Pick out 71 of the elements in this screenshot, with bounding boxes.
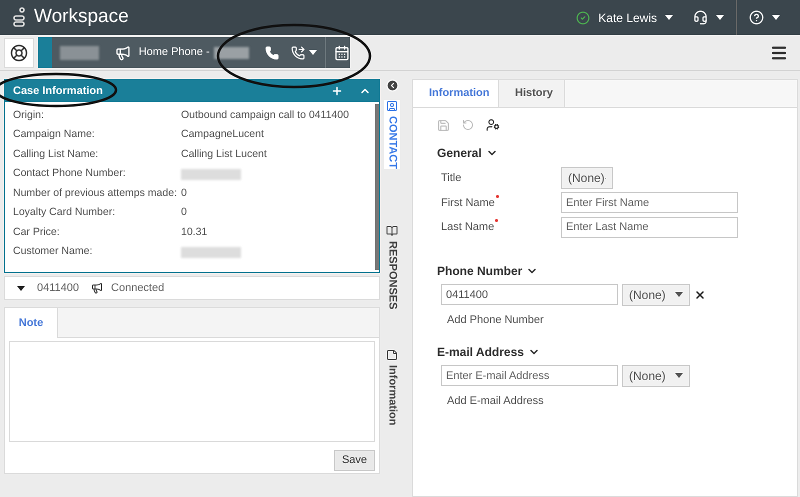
- field-value: Calling List Lucent: [181, 146, 267, 162]
- field-label: Car Price:: [13, 224, 61, 240]
- field-label: Calling List Name:: [13, 146, 100, 162]
- redacted-block: [214, 46, 249, 58]
- phone-transfer-icon[interactable]: [291, 44, 306, 60]
- field-value: 0: [181, 186, 187, 201]
- headset-icon: [693, 10, 708, 25]
- field-value: 0: [181, 205, 187, 220]
- field-label: Campaign Name:: [13, 127, 96, 142]
- field-label: Customer Name:: [13, 244, 94, 260]
- field-value: CampagneLucent: [181, 127, 264, 142]
- add-link[interactable]: Add Phone Number: [447, 312, 544, 328]
- lifebuoy-icon: [10, 44, 28, 62]
- side-tab[interactable]: Information: [384, 349, 400, 426]
- field-label: Title: [441, 171, 462, 186]
- detail-tab[interactable]: History: [499, 80, 565, 107]
- call-number: 0411400: [37, 280, 80, 296]
- text-field[interactable]: 0411400: [441, 284, 618, 305]
- help-icon: [749, 10, 764, 25]
- field-label: Last Name: [441, 219, 561, 236]
- add-icon[interactable]: [331, 85, 343, 97]
- section-title: General: [437, 145, 482, 162]
- logo-icon: [12, 6, 26, 28]
- user-menu[interactable]: Kate Lewis: [598, 8, 673, 26]
- tab-icon: [386, 100, 398, 112]
- add-link[interactable]: Add E-mail Address: [447, 392, 544, 409]
- megaphone-icon: [91, 282, 104, 294]
- field-value: Outbound campaign call to 0411400: [181, 108, 349, 123]
- interaction-bar[interactable]: Home Phone -: [38, 37, 350, 68]
- field-label: Contact Phone Number:: [13, 166, 127, 182]
- note-field[interactable]: [9, 341, 375, 442]
- tab-icon: [386, 349, 398, 362]
- user-settings-icon[interactable]: [486, 118, 500, 132]
- available-status-icon: [576, 10, 590, 24]
- tab-icon: [386, 224, 398, 237]
- required-mark-icon: [495, 219, 498, 222]
- text-field[interactable]: Enter Last Name: [561, 216, 738, 238]
- detail-tab[interactable]: Information: [413, 80, 499, 107]
- section-title: Phone Number: [437, 262, 522, 280]
- remove-icon[interactable]: [694, 288, 706, 300]
- phone-icon[interactable]: [264, 44, 280, 60]
- type-select[interactable]: (None): [622, 284, 690, 306]
- redacted-block: [60, 46, 99, 60]
- field-label: Origin:: [13, 108, 45, 123]
- note-tab[interactable]: Note: [5, 308, 58, 338]
- save-button[interactable]: Save: [334, 450, 375, 471]
- text-field[interactable]: Enter First Name: [561, 192, 738, 214]
- text-field[interactable]: Enter E-mail Address: [441, 365, 618, 386]
- menu-button[interactable]: [770, 44, 788, 62]
- side-tab[interactable]: RESPONSES: [384, 224, 400, 310]
- type-select[interactable]: (None): [561, 167, 613, 190]
- field-label: Number of previous attemps made:: [13, 186, 178, 201]
- support-button[interactable]: [4, 38, 34, 68]
- field-label: Loyalty Card Number:: [13, 205, 116, 220]
- call-status: Connected: [111, 280, 164, 296]
- caller-label: Home Phone -: [138, 45, 210, 60]
- side-tab[interactable]: CONTACT: [384, 100, 400, 169]
- field-value: 10.31: [181, 224, 208, 240]
- app-title: Workspace: [34, 5, 129, 30]
- scrollbar[interactable]: [375, 104, 379, 270]
- agent-menu[interactable]: [693, 10, 724, 25]
- menu-icon: [770, 44, 788, 62]
- section-title: E-mail Address: [437, 344, 524, 360]
- required-mark-icon: [496, 194, 499, 198]
- redacted-block: [181, 168, 241, 180]
- type-select[interactable]: (None): [622, 364, 690, 386]
- panel-title: Case Information: [13, 84, 103, 99]
- calendar-icon[interactable]: [334, 44, 350, 62]
- expand-caret-icon: [17, 286, 25, 290]
- field-label: First Name: [441, 194, 561, 211]
- redacted-block: [181, 246, 241, 258]
